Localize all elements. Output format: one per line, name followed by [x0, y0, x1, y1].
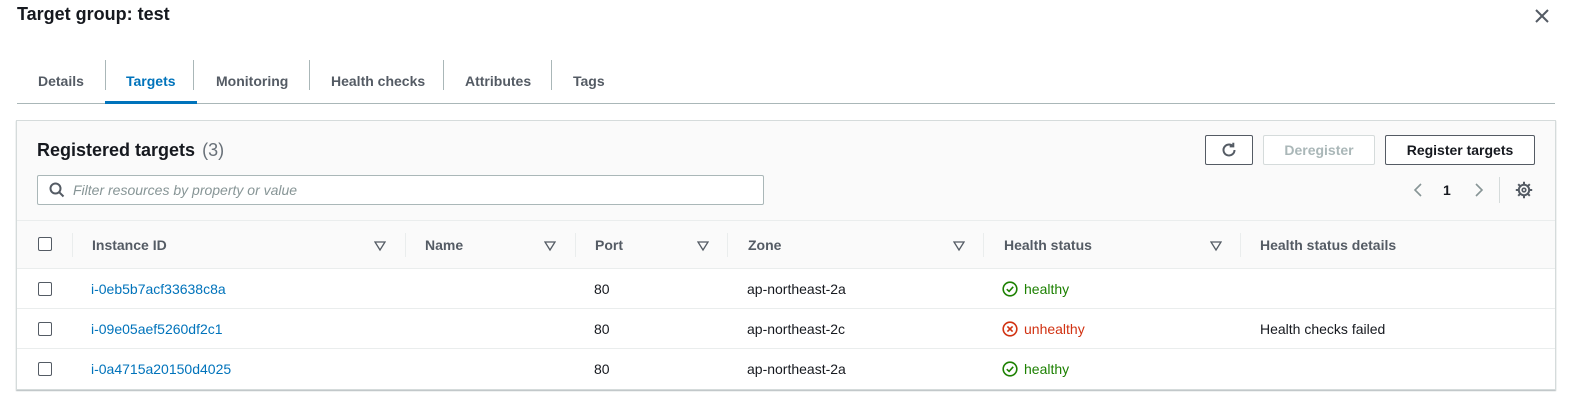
check-circle-icon: [1002, 281, 1018, 297]
instance-id-link[interactable]: i-0a4715a20150d4025: [91, 349, 231, 389]
registered-targets-panel: Registered targets (3) Deregister Regist…: [16, 120, 1556, 390]
port-cell: 80: [594, 281, 610, 297]
next-page-icon[interactable]: [1472, 177, 1486, 203]
tab-divider: [193, 60, 194, 90]
health-status-cell: healthy: [1002, 349, 1069, 389]
deregister-button[interactable]: Deregister: [1263, 135, 1375, 165]
sort-icon[interactable]: [1209, 239, 1223, 257]
target-count: (3): [202, 140, 225, 160]
instance-id-link[interactable]: i-0eb5b7acf33638c8a: [91, 269, 226, 309]
zone-cell: ap-northeast-2c: [747, 321, 846, 337]
column-divider: [1240, 233, 1241, 257]
column-header-zone[interactable]: Zone: [748, 221, 781, 269]
column-divider: [72, 233, 73, 257]
health-status-cell: unhealthy: [1002, 309, 1085, 349]
page-title: Target group: test: [17, 4, 170, 24]
table-header: Instance ID Name Port Zone Health status…: [17, 221, 1555, 269]
row-checkbox[interactable]: [38, 322, 52, 336]
health-status-text: healthy: [1024, 281, 1070, 297]
health-status-text: unhealthy: [1024, 321, 1085, 337]
register-targets-button[interactable]: Register targets: [1385, 135, 1535, 165]
column-header-health-status[interactable]: Health status: [1004, 221, 1092, 269]
zone-cell: ap-northeast-2a: [747, 281, 846, 297]
port-cell: 80: [594, 321, 610, 337]
panel-title-text: Registered targets: [37, 140, 196, 160]
column-divider: [575, 233, 576, 257]
sort-icon[interactable]: [543, 239, 557, 257]
refresh-button[interactable]: [1205, 135, 1253, 165]
pager-divider: [1499, 177, 1500, 203]
column-divider: [983, 233, 984, 257]
tab-monitoring[interactable]: Monitoring: [195, 58, 309, 103]
gear-icon[interactable]: [1515, 177, 1533, 203]
table-row[interactable]: i-09e05aef5260df2c1 80 ap-northeast-2c u…: [17, 309, 1555, 349]
filter-input[interactable]: [73, 182, 723, 198]
error-circle-icon: [1002, 321, 1018, 337]
sort-icon[interactable]: [373, 239, 387, 257]
table-row[interactable]: i-0eb5b7acf33638c8a 80 ap-northeast-2a h…: [17, 269, 1555, 309]
check-circle-icon: [1002, 361, 1018, 377]
panel-title: Registered targets (3): [37, 140, 224, 161]
tab-attributes[interactable]: Attributes: [444, 58, 552, 103]
health-status-cell: healthy: [1002, 269, 1069, 309]
select-all-checkbox[interactable]: [38, 237, 52, 251]
column-header-instance-id[interactable]: Instance ID: [92, 221, 167, 269]
column-divider: [727, 233, 728, 257]
page-number[interactable]: 1: [1443, 177, 1451, 203]
sort-icon[interactable]: [952, 239, 966, 257]
panel-header: Registered targets (3) Deregister Regist…: [17, 121, 1555, 221]
tab-tags[interactable]: Tags: [552, 58, 626, 103]
previous-page-icon[interactable]: [1411, 177, 1425, 203]
close-icon[interactable]: [1532, 6, 1552, 26]
column-header-port[interactable]: Port: [595, 221, 623, 269]
search-icon: [49, 182, 65, 198]
row-checkbox[interactable]: [38, 362, 52, 376]
targets-table: Instance ID Name Port Zone Health status…: [17, 221, 1555, 389]
sort-icon[interactable]: [696, 239, 710, 257]
tab-health-checks[interactable]: Health checks: [310, 58, 446, 103]
column-header-health-status-details: Health status details: [1260, 237, 1397, 253]
refresh-icon: [1222, 142, 1236, 157]
tab-targets[interactable]: Targets: [105, 58, 197, 104]
health-status-text: healthy: [1024, 361, 1070, 377]
column-header-name[interactable]: Name: [425, 221, 463, 269]
port-cell: 80: [594, 361, 610, 377]
instance-id-link[interactable]: i-09e05aef5260df2c1: [91, 309, 223, 349]
filter-box: [37, 175, 764, 205]
zone-cell: ap-northeast-2a: [747, 361, 846, 377]
tab-details[interactable]: Details: [17, 58, 105, 103]
health-details-cell: Health checks failed: [1260, 321, 1386, 337]
row-checkbox[interactable]: [38, 282, 52, 296]
tab-bar: Details Targets Monitoring Health checks…: [17, 58, 1555, 104]
table-row[interactable]: i-0a4715a20150d4025 80 ap-northeast-2a h…: [17, 349, 1555, 389]
column-divider: [405, 233, 406, 257]
